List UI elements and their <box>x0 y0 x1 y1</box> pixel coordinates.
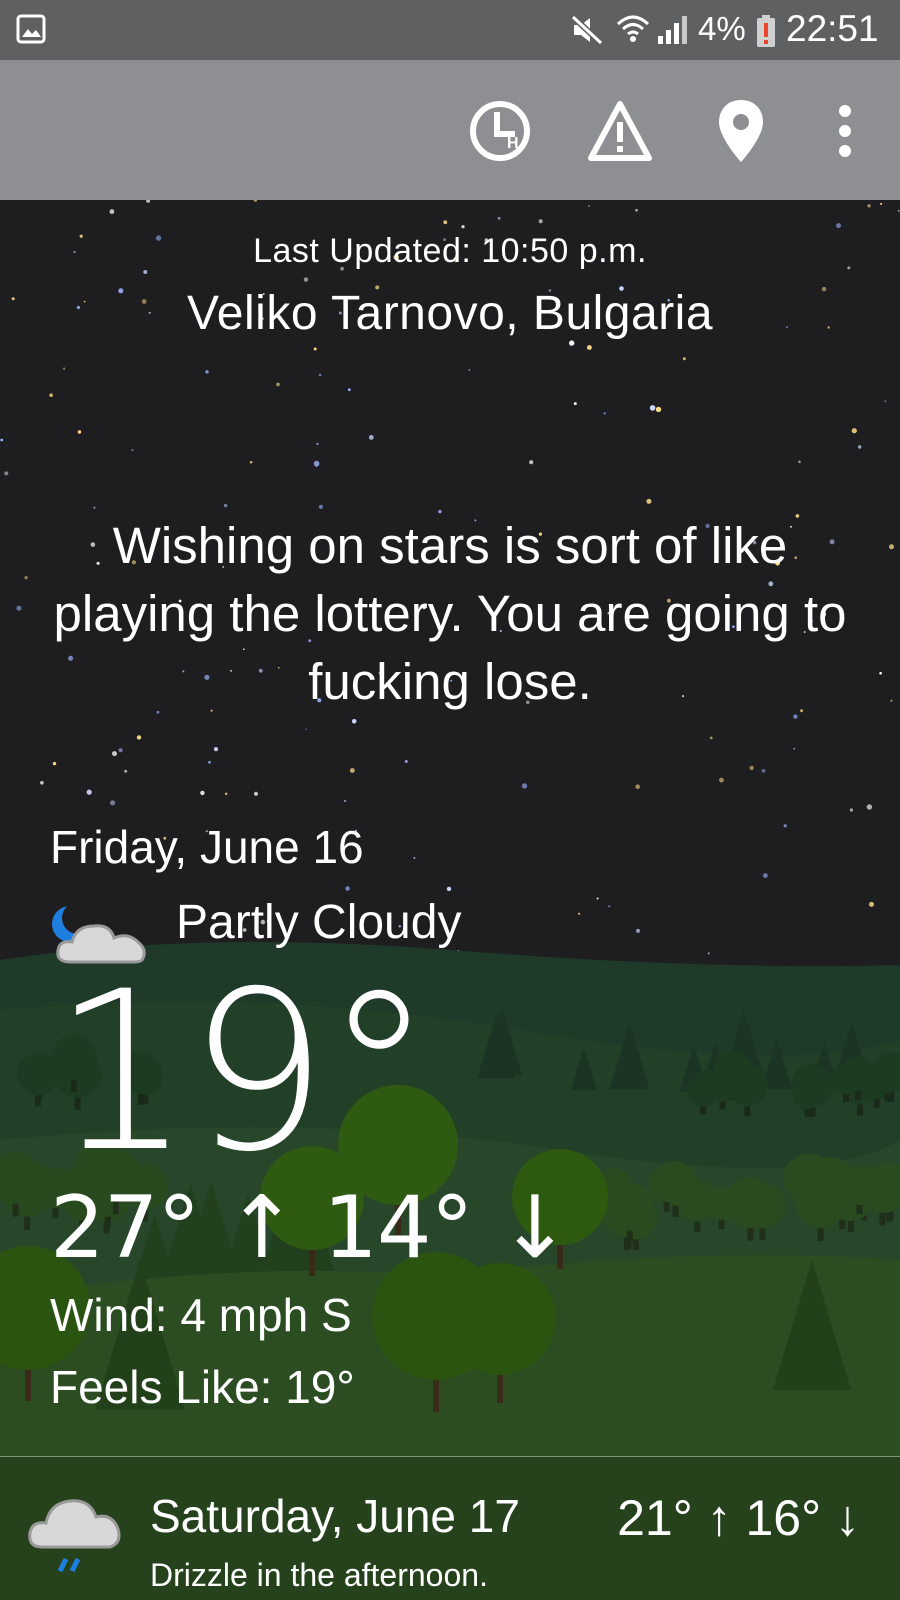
current-date: Friday, June 16 <box>50 821 364 873</box>
more-vert-icon <box>839 105 851 157</box>
forecast-day: Saturday, June 17 <box>150 1490 520 1542</box>
svg-text:H: H <box>507 135 519 152</box>
feels-like-temperature: Feels Like: 19° <box>50 1361 355 1413</box>
status-clock: 22:51 <box>786 8 879 49</box>
high-low-temperature: 27° ↑ 14° ↓ <box>50 1178 571 1278</box>
location-pin-icon <box>719 100 763 162</box>
last-updated-text: Last Updated: 10:50 p.m. <box>253 232 647 270</box>
battery-low-icon <box>757 15 775 47</box>
location-button[interactable] <box>708 98 774 164</box>
status-bar: 4% 22:51 <box>0 0 900 60</box>
forecast-row[interactable]: Saturday, June 17 Drizzle in the afterno… <box>0 1457 900 1600</box>
gallery-notification-icon <box>16 14 46 44</box>
wind-speed: Wind: 4 mph S <box>50 1289 352 1341</box>
battery-percentage: 4% <box>698 10 746 47</box>
mute-icon <box>570 14 604 46</box>
drizzle-icon <box>28 1499 121 1573</box>
alert-icon <box>588 101 652 161</box>
weather-alerts-button[interactable] <box>587 98 653 164</box>
hourly-forecast-button[interactable]: H <box>467 98 533 164</box>
forecast-high-low: 21° ↑ 16° ↓ <box>617 1490 860 1546</box>
overflow-menu-button[interactable] <box>812 98 878 164</box>
app-toolbar: H <box>0 60 900 200</box>
location-name[interactable]: Veliko Tarnovo, Bulgaria <box>0 286 900 341</box>
current-condition: Partly Cloudy <box>176 896 462 949</box>
forecast-description: Drizzle in the afternoon. <box>150 1557 488 1593</box>
snarky-quote: Wishing on stars is sort of like playing… <box>53 517 847 710</box>
current-temperature: 19° <box>52 944 434 1200</box>
weather-content: Last Updated: 10:50 p.m. Veliko Tarnovo,… <box>0 0 900 1600</box>
signal-icon <box>658 16 687 44</box>
history-icon: H <box>470 101 530 161</box>
wifi-icon <box>616 15 650 42</box>
